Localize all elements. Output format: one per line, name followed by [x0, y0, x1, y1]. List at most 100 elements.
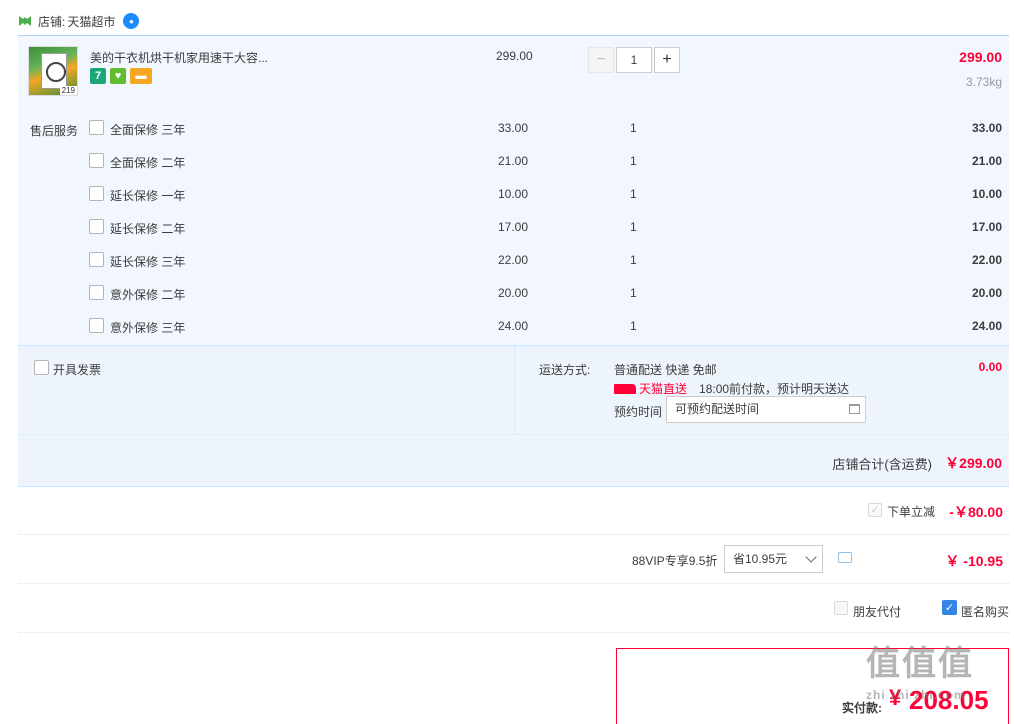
service-price: 33.00	[498, 121, 529, 135]
calendar-icon[interactable]	[849, 404, 860, 414]
instant-discount-value: -￥80.00	[949, 504, 1003, 520]
service-checkbox[interactable]	[89, 252, 104, 267]
service-name[interactable]: 全面保修 二年	[110, 154, 185, 171]
line-total: 299.00	[959, 49, 1002, 65]
tmall-direct-label: 天猫直送	[639, 382, 688, 396]
service-price: 24.00	[498, 319, 529, 333]
appointment-label: 预约时间	[614, 405, 663, 419]
seven-day-return-icon[interactable]: 7	[90, 68, 106, 84]
instant-discount-label: 下单立减	[887, 505, 936, 519]
anonymous-label[interactable]: 匿名购买	[961, 603, 1009, 620]
divider	[514, 346, 515, 434]
service-row: 延长保修 二年 17.00 1 17.00	[18, 216, 1009, 238]
service-price: 22.00	[498, 253, 529, 267]
unit-price: 299.00	[496, 49, 533, 63]
friend-pay-label[interactable]: 朋友代付	[853, 603, 901, 620]
service-name[interactable]: 延长保修 二年	[110, 220, 185, 237]
credit-card-icon[interactable]: ▬	[130, 68, 152, 84]
vip-discount-select[interactable]: 省10.95元	[724, 545, 823, 573]
shop-total-value: ￥299.00	[945, 455, 1002, 471]
anonymous-checkbox[interactable]: ✓	[942, 600, 957, 615]
service-total: 10.00	[971, 187, 1002, 201]
service-qty: 1	[630, 187, 637, 201]
increase-button[interactable]: +	[654, 47, 680, 73]
shop-total-row: 店铺合计(含运费) ￥299.00	[18, 434, 1009, 488]
service-qty: 1	[630, 154, 637, 168]
thumb-tag: 219	[59, 86, 77, 95]
service-checkbox[interactable]	[89, 186, 104, 201]
service-row: 全面保修 二年 21.00 1 21.00	[18, 150, 1009, 172]
delivery-truck-icon	[614, 383, 636, 394]
item-weight: 3.73kg	[965, 75, 1002, 89]
tmall-logo-icon	[19, 16, 31, 26]
service-checkbox[interactable]	[89, 153, 104, 168]
divider	[18, 583, 1009, 584]
service-row: 全面保修 三年 33.00 1 33.00	[18, 117, 1009, 139]
service-qty: 1	[630, 319, 637, 333]
service-row: 意外保修 二年 20.00 1 20.00	[18, 282, 1009, 304]
vip-discount-label: 88VIP专享9.5折	[632, 554, 718, 568]
service-price: 20.00	[498, 286, 529, 300]
appointment-placeholder: 可预约配送时间	[675, 402, 760, 416]
shop-prefix: 店铺:	[38, 14, 66, 29]
shop-header: 店铺: 天猫超市 ●	[18, 10, 140, 32]
product-badges: 7 ♥ ▬	[90, 68, 152, 84]
delivery-estimate: 18:00前付款，预计明天送达	[699, 382, 850, 396]
quantity-stepper: − 1 +	[588, 47, 680, 73]
divider	[18, 632, 1009, 633]
service-name[interactable]: 全面保修 三年	[110, 121, 185, 138]
service-name[interactable]: 延长保修 三年	[110, 253, 185, 270]
service-total: 22.00	[971, 253, 1002, 267]
service-total: 21.00	[971, 154, 1002, 168]
service-checkbox[interactable]	[89, 120, 104, 135]
shop-total-label: 店铺合计(含运费)	[832, 457, 932, 472]
service-total: 24.00	[971, 319, 1002, 333]
invoice-label[interactable]: 开具发票	[53, 361, 101, 378]
service-checkbox[interactable]	[89, 318, 104, 333]
service-qty: 1	[630, 121, 637, 135]
invoice-checkbox[interactable]	[34, 360, 49, 375]
order-item-panel: 219 美的干衣机烘干机家用速干大容... 7 ♥ ▬ 299.00 − 1 +…	[18, 35, 1009, 345]
product-title-link[interactable]: 美的干衣机烘干机家用速干大容...	[90, 49, 268, 66]
chat-icon[interactable]: ●	[123, 13, 140, 29]
decrease-button[interactable]: −	[588, 47, 614, 73]
friend-pay-checkbox[interactable]	[834, 601, 848, 615]
shipping-panel: 开具发票 运送方式: 普通配送 快递 免邮 0.00 天猫直送 18:00前付款…	[18, 345, 1009, 487]
product-thumbnail[interactable]: 219	[28, 46, 78, 96]
service-price: 10.00	[498, 187, 529, 201]
service-name[interactable]: 意外保修 二年	[110, 286, 185, 303]
message-icon[interactable]	[838, 552, 852, 563]
chevron-down-icon	[805, 551, 817, 563]
service-price: 17.00	[498, 220, 529, 234]
service-price: 21.00	[498, 154, 529, 168]
vip-discount-value: ￥ -10.95	[945, 553, 1003, 569]
service-qty: 1	[630, 253, 637, 267]
shipping-method-label: 运送方式:	[539, 363, 591, 377]
vip-select-value: 省10.95元	[733, 552, 788, 566]
guarantee-icon[interactable]: ♥	[110, 68, 126, 84]
service-total: 33.00	[971, 121, 1002, 135]
service-row: 延长保修 三年 22.00 1 22.00	[18, 249, 1009, 271]
shipping-fee: 0.00	[978, 360, 1002, 374]
divider	[18, 534, 1009, 535]
appointment-time-input[interactable]: 可预约配送时间	[666, 396, 866, 423]
quantity-input[interactable]: 1	[616, 47, 652, 73]
watermark-main: 值值值	[866, 645, 974, 683]
service-checkbox[interactable]	[89, 219, 104, 234]
service-name[interactable]: 延长保修 一年	[110, 187, 185, 204]
service-total: 20.00	[971, 286, 1002, 300]
shipping-method: 普通配送 快递 免邮	[614, 363, 717, 377]
service-checkbox[interactable]	[89, 285, 104, 300]
dryer-icon	[41, 53, 67, 89]
service-total: 17.00	[971, 220, 1002, 234]
service-qty: 1	[630, 220, 637, 234]
shop-name-link[interactable]: 天猫超市	[67, 13, 115, 30]
instant-discount-checkbox[interactable]: ✓	[868, 503, 882, 517]
service-row: 意外保修 三年 24.00 1 24.00	[18, 315, 1009, 337]
watermark-sub: zhi zhi zhi.com	[866, 688, 966, 702]
service-qty: 1	[630, 286, 637, 300]
service-name[interactable]: 意外保修 三年	[110, 319, 185, 336]
service-row: 延长保修 一年 10.00 1 10.00	[18, 183, 1009, 205]
tmall-direct-info: 天猫直送 18:00前付款，预计明天送达	[614, 380, 849, 397]
watermark: 值值值 zhi zhi zhi.com	[866, 640, 1006, 720]
